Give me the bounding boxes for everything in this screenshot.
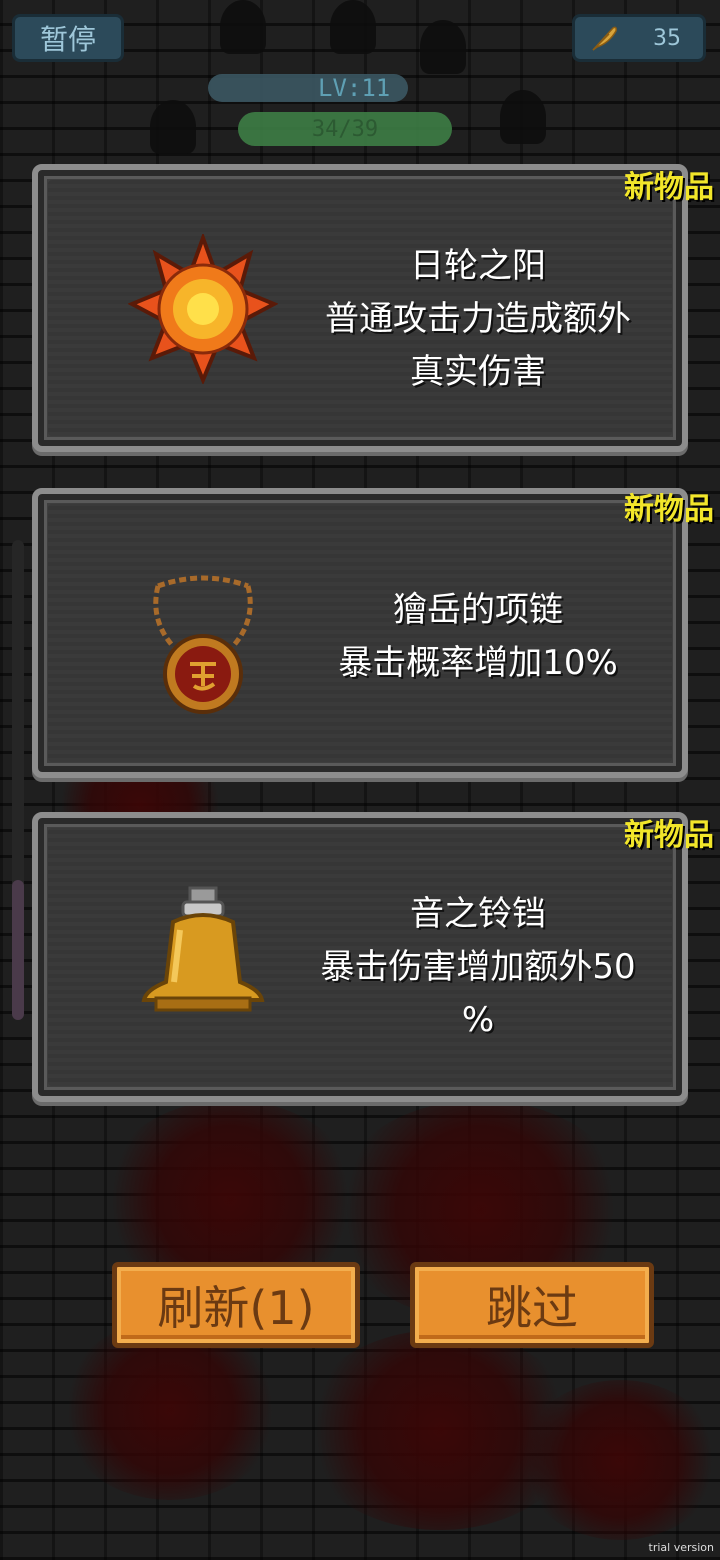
enemy-shadow	[420, 20, 466, 74]
item-effect-line: 真实伤害	[410, 352, 546, 392]
item-card-bell[interactable]: 音之铃铛 暴击伤害增加额外50 %	[32, 812, 688, 1102]
item-description: 音之铃铛 暴击伤害增加额外50 %	[294, 888, 662, 1047]
new-item-tag: 新物品	[624, 492, 714, 527]
item-description: 日轮之阳 普通攻击力造成额外 真实伤害	[294, 240, 662, 399]
pause-button[interactable]: 暂停	[12, 14, 124, 62]
item-effect-line: 暴击概率增加10%	[338, 643, 618, 683]
currency-counter: 35	[572, 14, 706, 62]
item-card-sun-wheel[interactable]: 日轮之阳 普通攻击力造成额外 真实伤害	[32, 164, 688, 452]
skip-button[interactable]: 跳过	[410, 1262, 654, 1348]
necklace-icon	[153, 575, 253, 714]
watermark: trial version	[648, 1541, 714, 1554]
item-effect-line: 暴击伤害增加额外50	[320, 947, 636, 987]
enemy-shadow	[330, 0, 376, 54]
enemy-shadow	[220, 0, 266, 54]
item-card-necklace[interactable]: 獪岳的项链 暴击概率增加10%	[32, 488, 688, 778]
enemy-shadow	[150, 100, 196, 154]
feather-icon	[592, 26, 617, 51]
scrollbar-thumb[interactable]	[12, 880, 24, 1020]
new-item-tag: 新物品	[624, 818, 714, 853]
currency-value: 35	[653, 25, 681, 51]
item-effect-line: %	[461, 1000, 495, 1040]
item-description: 獪岳的项链 暴击概率增加10%	[294, 584, 662, 690]
new-item-tag: 新物品	[624, 170, 714, 205]
item-name: 獪岳的项链	[393, 590, 563, 630]
refresh-button[interactable]: 刷新(1)	[112, 1262, 360, 1348]
blood-splatter	[520, 1380, 720, 1540]
health-text: 34/39	[311, 117, 379, 142]
item-effect-line: 普通攻击力造成额外	[325, 299, 631, 339]
blood-splatter	[300, 1330, 580, 1530]
enemy-shadow	[500, 90, 546, 144]
sun-wheel-icon	[128, 234, 278, 384]
bell-icon	[141, 886, 265, 1012]
item-name: 日轮之阳	[410, 246, 546, 286]
item-name: 音之铃铛	[410, 894, 546, 934]
level-label: LV:11	[318, 74, 391, 102]
